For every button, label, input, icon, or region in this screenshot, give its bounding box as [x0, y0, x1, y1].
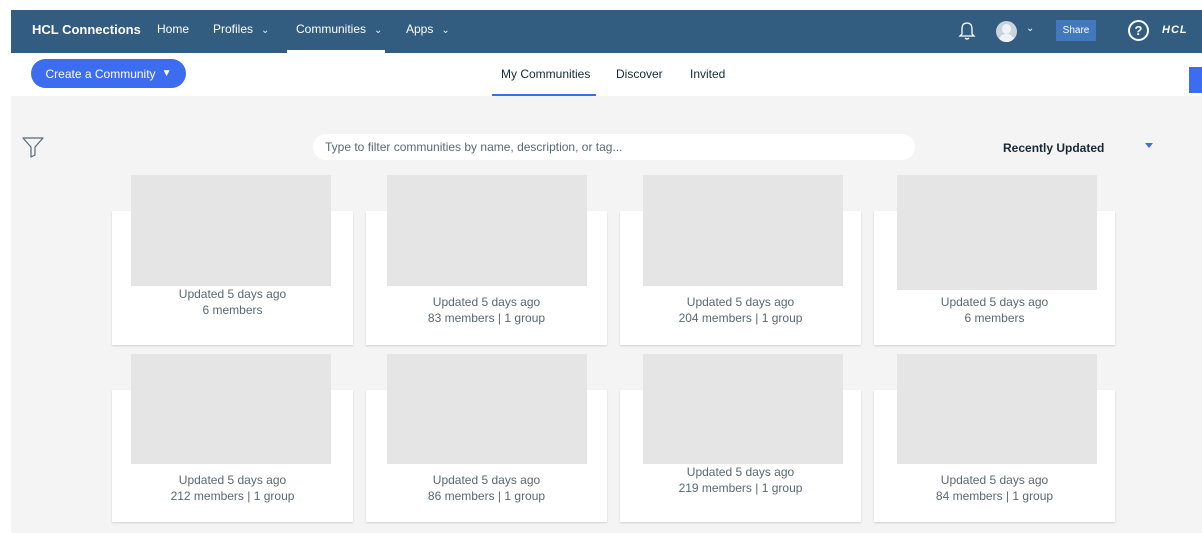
- chevron-down-icon: ⌄: [374, 25, 383, 36]
- chevron-down-icon: ⌄: [261, 25, 270, 36]
- card-image[interactable]: [131, 175, 331, 286]
- chevron-down-icon[interactable]: ⌄: [1026, 23, 1034, 34]
- card-image[interactable]: [643, 354, 843, 464]
- create-community-label: Create a Community: [45, 66, 156, 81]
- side-panel-tab[interactable]: [1189, 67, 1202, 93]
- nav-apps-label: Apps: [406, 22, 434, 36]
- card-members: 83 members | 1 group: [427, 311, 546, 325]
- nav-communities[interactable]: Communities ⌄: [296, 22, 382, 36]
- card-updated: Updated 5 days ago: [686, 465, 795, 479]
- nav-communities-label: Communities: [296, 22, 367, 36]
- card-members: 86 members | 1 group: [427, 489, 546, 503]
- card-image[interactable]: [131, 354, 331, 464]
- card-members: 212 members | 1 group: [170, 489, 295, 503]
- card-updated: Updated 5 days ago: [940, 295, 1049, 309]
- card-image[interactable]: [387, 175, 587, 286]
- caret-down-icon[interactable]: [1145, 143, 1153, 148]
- filter-icon[interactable]: [22, 136, 44, 158]
- card-image[interactable]: [643, 175, 843, 286]
- help-icon[interactable]: ?: [1128, 20, 1149, 41]
- share-button[interactable]: Share: [1056, 20, 1096, 41]
- card-updated: Updated 5 days ago: [178, 287, 287, 301]
- nav-home-label: Home: [157, 22, 190, 36]
- card-members: 204 members | 1 group: [678, 311, 803, 325]
- card-image[interactable]: [387, 354, 587, 464]
- tab-invited[interactable]: Invited: [690, 67, 725, 81]
- card-members: 84 members | 1 group: [935, 489, 1054, 503]
- tab-my-communities[interactable]: My Communities: [501, 67, 590, 81]
- card-updated: Updated 5 days ago: [432, 473, 541, 487]
- sort-dropdown[interactable]: Recently Updated: [1003, 141, 1104, 155]
- brand-name[interactable]: HCL Connections: [32, 22, 141, 37]
- tab-discover[interactable]: Discover: [616, 67, 663, 81]
- card-updated: Updated 5 days ago: [432, 295, 541, 309]
- caret-down-icon: ▼: [161, 68, 172, 79]
- nav-profiles-label: Profiles: [213, 22, 254, 36]
- nav-profiles[interactable]: Profiles ⌄: [213, 22, 269, 36]
- card-image[interactable]: [897, 354, 1097, 464]
- card-updated: Updated 5 days ago: [940, 473, 1049, 487]
- create-community-button[interactable]: Create a Community ▼: [31, 59, 186, 88]
- card-updated: Updated 5 days ago: [686, 295, 795, 309]
- chevron-down-icon: ⌄: [441, 25, 450, 36]
- nav-apps[interactable]: Apps ⌄: [406, 22, 450, 36]
- card-updated: Updated 5 days ago: [178, 473, 287, 487]
- avatar-body: [999, 34, 1014, 42]
- bell-icon[interactable]: [958, 21, 976, 41]
- nav-active-indicator: [287, 50, 385, 53]
- card-image[interactable]: [897, 175, 1097, 290]
- avatar[interactable]: [996, 21, 1017, 42]
- avatar-head: [1002, 24, 1011, 34]
- card-members: 219 members | 1 group: [678, 481, 803, 495]
- card-members: 6 members: [202, 303, 263, 317]
- top-navbar: HCL Connections Home Profiles ⌄ Communiti…: [11, 10, 1202, 53]
- nav-home[interactable]: Home: [157, 22, 189, 36]
- community-filter-input[interactable]: [313, 134, 915, 160]
- hcl-logo: HCL: [1162, 24, 1188, 36]
- card-members: 6 members: [964, 311, 1025, 325]
